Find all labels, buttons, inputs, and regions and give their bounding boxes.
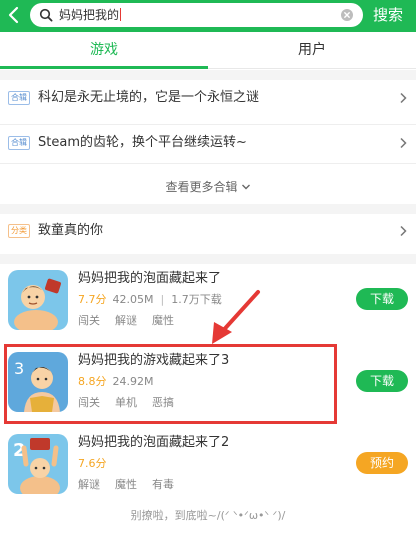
- game-tag: 解谜: [115, 314, 137, 327]
- game-meta: 7.7分 42.05M | 1.7万下载: [78, 292, 222, 308]
- game-title: 妈妈把我的泡面藏起来了2: [78, 435, 230, 450]
- more-collections-link[interactable]: 查看更多合辑: [0, 178, 416, 196]
- tab-games[interactable]: 游戏: [0, 32, 208, 68]
- game-title: 妈妈把我的泡面藏起来了: [78, 271, 222, 286]
- game-downloads: 1.7万下载: [171, 293, 222, 306]
- chevron-down-icon: [241, 184, 250, 190]
- collection-title: 科幻是永无止境的，它是一个永恒之谜: [38, 90, 260, 105]
- game-size: 42.05M: [112, 293, 154, 306]
- game-list-item[interactable]: 妈妈把我的泡面藏起来了 7.7分 42.05M | 1.7万下载 闯关 解谜 魔性 下载: [0, 270, 416, 338]
- game-icon: 2: [8, 434, 68, 494]
- search-button[interactable]: 搜索: [373, 5, 403, 25]
- game-meta: 7.6分: [78, 456, 113, 472]
- search-input[interactable]: 妈妈把我的: [30, 3, 363, 27]
- game-tag: 魔性: [152, 314, 174, 327]
- collection-item[interactable]: 合辑 Steam的齿轮，换个平台继续运转~: [0, 125, 416, 161]
- collection-item[interactable]: 合辑 科幻是永无止境的，它是一个永恒之谜: [0, 80, 416, 116]
- section-gap: [0, 204, 416, 214]
- game-list-item[interactable]: 2 妈妈把我的泡面藏起来了2 7.6分 解谜 魔性 有毒 预约: [0, 434, 416, 502]
- back-arrow-icon[interactable]: [4, 3, 24, 27]
- tab-bar: 游戏 用户: [0, 32, 416, 69]
- search-query[interactable]: 妈妈把我的: [59, 6, 122, 24]
- game-tag: 闯关: [78, 314, 100, 327]
- end-of-list-text: 别撩啦，到底啦~/(ᐟ ᐠ•ᐟω•ᐠ ᐟ)/: [130, 509, 286, 522]
- meta-separator: |: [160, 293, 165, 306]
- game-rating: 7.6分: [78, 457, 107, 470]
- chevron-right-icon: [400, 137, 407, 149]
- category-title: 致童真的你: [38, 223, 104, 238]
- section-gap: [0, 254, 416, 264]
- text-caret: [120, 8, 122, 21]
- clear-icon[interactable]: [341, 9, 353, 21]
- collection-tag: 合辑: [8, 136, 30, 150]
- top-bar: 妈妈把我的 搜索: [0, 0, 416, 32]
- category-tag: 分类: [8, 224, 30, 238]
- game-tag: 解谜: [78, 478, 100, 491]
- section-gap: [0, 70, 416, 80]
- chevron-right-icon: [400, 225, 407, 237]
- game-tag: 魔性: [115, 478, 137, 491]
- download-button[interactable]: 下载: [356, 370, 408, 392]
- reserve-button[interactable]: 预约: [356, 452, 408, 474]
- game-tag: 有毒: [152, 478, 174, 491]
- search-icon: [39, 8, 53, 22]
- chevron-right-icon: [400, 92, 407, 104]
- game-tags: 闯关 解谜 魔性: [78, 313, 189, 329]
- more-collections-label: 查看更多合辑: [165, 180, 238, 194]
- game-rating: 7.7分: [78, 293, 107, 306]
- tab-users[interactable]: 用户: [208, 32, 416, 68]
- collection-title: Steam的齿轮，换个平台继续运转~: [38, 135, 247, 150]
- game-artwork: 2: [8, 434, 68, 494]
- highlight-box: [4, 344, 337, 424]
- game-tags: 解谜 魔性 有毒: [78, 477, 189, 493]
- download-button[interactable]: 下载: [356, 288, 408, 310]
- category-item[interactable]: 分类 致童真的你: [0, 214, 416, 250]
- collection-tag: 合辑: [8, 91, 30, 105]
- game-artwork: [8, 270, 68, 330]
- game-icon: [8, 270, 68, 330]
- active-tab-indicator: [0, 66, 208, 69]
- divider: [0, 163, 416, 164]
